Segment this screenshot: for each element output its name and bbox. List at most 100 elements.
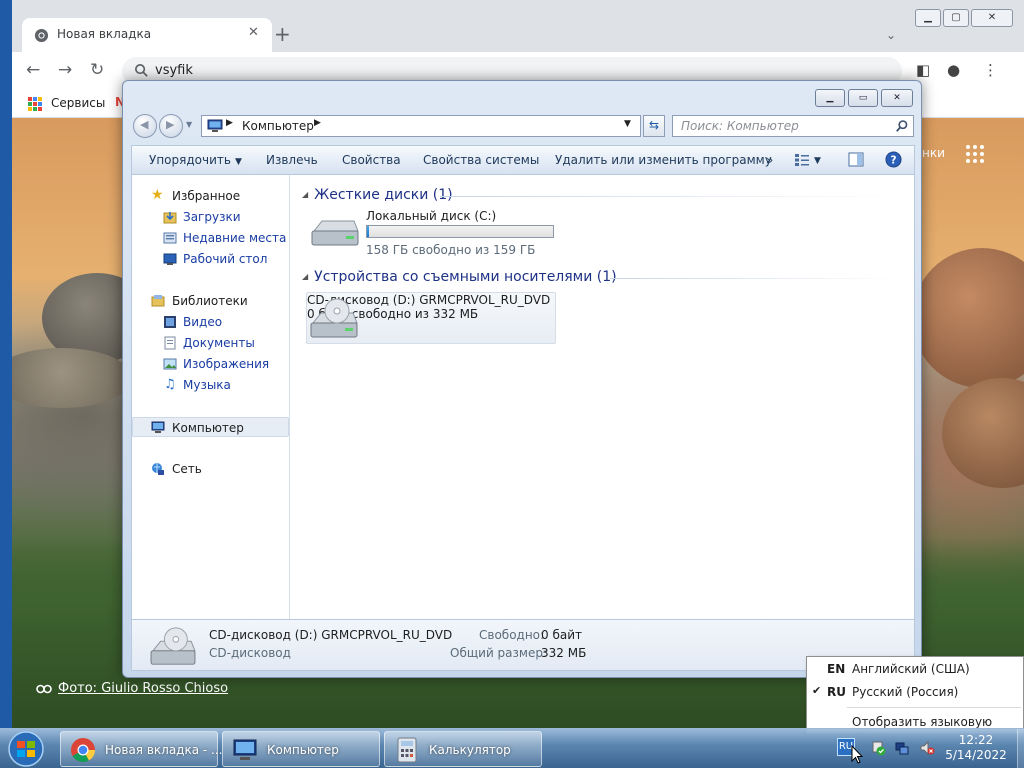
- nav-images-label: Изображения: [183, 357, 270, 371]
- group-removable[interactable]: ◢ Устройства со съемными носителями (1): [302, 269, 617, 285]
- details-pane: CD-дисковод (D:) GRMCPRVOL_RU_DVD CD-дис…: [131, 619, 915, 671]
- google-apps-icon[interactable]: [966, 145, 984, 163]
- taskbar-item-explorer[interactable]: Компьютер: [222, 731, 380, 767]
- back-icon: ◀: [140, 118, 149, 131]
- nav-desktop[interactable]: Рабочий стол: [132, 249, 289, 269]
- content-pane: ◢ Жесткие диски (1) Локальный диск (C:) 1…: [294, 175, 914, 619]
- cd-drive-details-icon: [150, 627, 196, 665]
- chrome-minimize-button[interactable]: ▁: [915, 9, 941, 27]
- nav-recent-places[interactable]: Недавние места: [132, 228, 289, 248]
- nav-libraries-label: Библиотеки: [172, 294, 248, 308]
- reload-icon[interactable]: ↻: [90, 60, 104, 80]
- recent-pages-chevron-icon[interactable]: ▼: [186, 120, 192, 129]
- content-corner-text[interactable]: нки: [922, 146, 945, 160]
- nav-documents-label: Документы: [183, 336, 255, 350]
- link-icon: [36, 684, 52, 693]
- tab-close-icon[interactable]: ✕: [248, 25, 259, 40]
- nav-downloads[interactable]: Загрузки: [132, 207, 289, 227]
- uninstall-program-button[interactable]: Удалить или изменить программу: [555, 153, 772, 167]
- preview-pane-button[interactable]: [848, 152, 864, 170]
- photo-prefix: Фото:: [58, 681, 102, 696]
- nav-libraries[interactable]: Библиотеки: [132, 291, 289, 311]
- show-desktop-button[interactable]: [1017, 729, 1024, 768]
- bookmark-apps-label[interactable]: Сервисы: [51, 96, 105, 110]
- chrome-favicon-icon: [34, 28, 49, 43]
- properties-button[interactable]: Свойства: [342, 153, 401, 167]
- address-arrow-icon[interactable]: ▶: [226, 118, 233, 128]
- eject-button[interactable]: Извлечь: [266, 153, 318, 167]
- new-tab-plus-icon[interactable]: +: [274, 22, 291, 46]
- change-view-button[interactable]: ▼: [794, 152, 821, 167]
- explorer-window: ▁ ▭ ✕ ◀ ▶ ▼ ▶ Компьютер ▶ ▼ ⇆ Поиск: Ком…: [122, 80, 922, 678]
- explorer-back-button[interactable]: ◀: [133, 114, 157, 138]
- refresh-button[interactable]: ⇆: [643, 115, 665, 137]
- command-bar: Упорядочить ▼ Извлечь Свойства Свойства с…: [131, 145, 915, 175]
- taskbar-item-chrome[interactable]: Новая вкладка - ...: [60, 731, 222, 767]
- chrome-icon: [71, 738, 95, 763]
- drive-c-usage-bar: [366, 225, 554, 238]
- start-button[interactable]: [4, 730, 48, 768]
- address-dropdown-icon[interactable]: ▼: [624, 119, 631, 129]
- breadcrumb-arrow-icon[interactable]: ▶: [314, 118, 321, 128]
- organize-button[interactable]: Упорядочить ▼: [149, 153, 242, 167]
- hard-drive-icon: [311, 220, 359, 246]
- system-properties-button[interactable]: Свойства системы: [423, 153, 539, 167]
- help-button[interactable]: ?: [885, 151, 902, 171]
- language-name: Английский (США): [852, 662, 970, 676]
- images-icon: [163, 358, 177, 370]
- explorer-minimize-button[interactable]: ▁: [815, 89, 845, 107]
- nav-computer[interactable]: Компьютер: [132, 417, 289, 437]
- details-free-value: 0 байт: [541, 628, 582, 642]
- organize-label: Упорядочить: [149, 153, 231, 167]
- nav-video-label: Видео: [183, 315, 223, 329]
- tab-search-chevron-icon[interactable]: ⌄: [886, 28, 896, 42]
- apps-grid-icon[interactable]: [28, 97, 42, 111]
- details-total-label: Общий размер:: [450, 646, 548, 660]
- checkmark-icon: ✔: [812, 684, 822, 697]
- taskbar-item-label: Компьютер: [267, 743, 339, 757]
- language-item-ru[interactable]: ✔ RU Русский (Россия): [807, 681, 1023, 703]
- system-clock[interactable]: 12:22 5/14/2022: [938, 733, 1014, 763]
- language-item-en[interactable]: EN Английский (США): [807, 658, 1023, 680]
- computer-icon: [207, 119, 223, 132]
- tab-new-tab[interactable]: Новая вкладка ✕: [22, 18, 272, 52]
- calculator-icon: [397, 737, 417, 763]
- chrome-restore-button[interactable]: ▢: [943, 9, 969, 27]
- address-bar[interactable]: ▶ Компьютер ▶ ▼: [201, 115, 641, 137]
- drive-d-selected[interactable]: CD-дисковод (D:) GRMCPRVOL_RU_DVD 0 байт…: [306, 292, 556, 344]
- back-arrow-icon[interactable]: ←: [26, 60, 40, 80]
- forward-arrow-icon[interactable]: →: [58, 60, 72, 80]
- menu-separator: [847, 707, 1021, 708]
- side-panel-icon[interactable]: ◧: [916, 61, 930, 79]
- group-hard-drives-label: Жесткие диски (1): [314, 187, 453, 203]
- more-commands-button[interactable]: »: [766, 153, 773, 167]
- explorer-forward-button[interactable]: ▶: [159, 114, 183, 138]
- volume-muted-icon[interactable]: [919, 740, 935, 756]
- taskbar-item-calculator[interactable]: Калькулятор: [384, 731, 542, 767]
- group-hard-drives[interactable]: ◢ Жесткие диски (1): [302, 187, 453, 203]
- drive-c[interactable]: Локальный диск (C:) 158 ГБ свободно из 1…: [310, 209, 560, 261]
- explorer-close-button[interactable]: ✕: [881, 89, 913, 107]
- nav-music[interactable]: ♫ Музыка: [132, 375, 289, 395]
- details-title: CD-дисковод (D:) GRMCPRVOL_RU_DVD: [209, 628, 453, 642]
- nav-network[interactable]: Сеть: [132, 459, 289, 479]
- group-removable-label: Устройства со съемными носителями (1): [314, 269, 617, 285]
- explorer-search-box[interactable]: Поиск: Компьютер: [672, 115, 914, 137]
- action-center-icon[interactable]: [870, 740, 886, 756]
- music-icon: ♫: [164, 377, 176, 392]
- profile-avatar-icon[interactable]: ●: [947, 61, 960, 79]
- chrome-menu-icon[interactable]: ⋮: [983, 61, 998, 79]
- search-icon[interactable]: [895, 119, 909, 133]
- photo-credit[interactable]: Фото: Giulio Rosso Chioso: [36, 681, 228, 696]
- nav-favorites[interactable]: ★ Избранное: [132, 186, 289, 206]
- nav-documents[interactable]: Документы: [132, 333, 289, 353]
- chrome-close-button[interactable]: ✕: [971, 9, 1013, 27]
- breadcrumb-computer[interactable]: Компьютер: [242, 119, 314, 133]
- explorer-caption-buttons: ▁ ▭ ✕: [815, 89, 913, 107]
- omnibox-search-icon: [135, 64, 148, 77]
- search-placeholder: Поиск: Компьютер: [681, 119, 799, 133]
- network-tray-icon[interactable]: [894, 740, 910, 756]
- nav-images[interactable]: Изображения: [132, 354, 289, 374]
- nav-video[interactable]: Видео: [132, 312, 289, 332]
- explorer-maximize-button[interactable]: ▭: [848, 89, 878, 107]
